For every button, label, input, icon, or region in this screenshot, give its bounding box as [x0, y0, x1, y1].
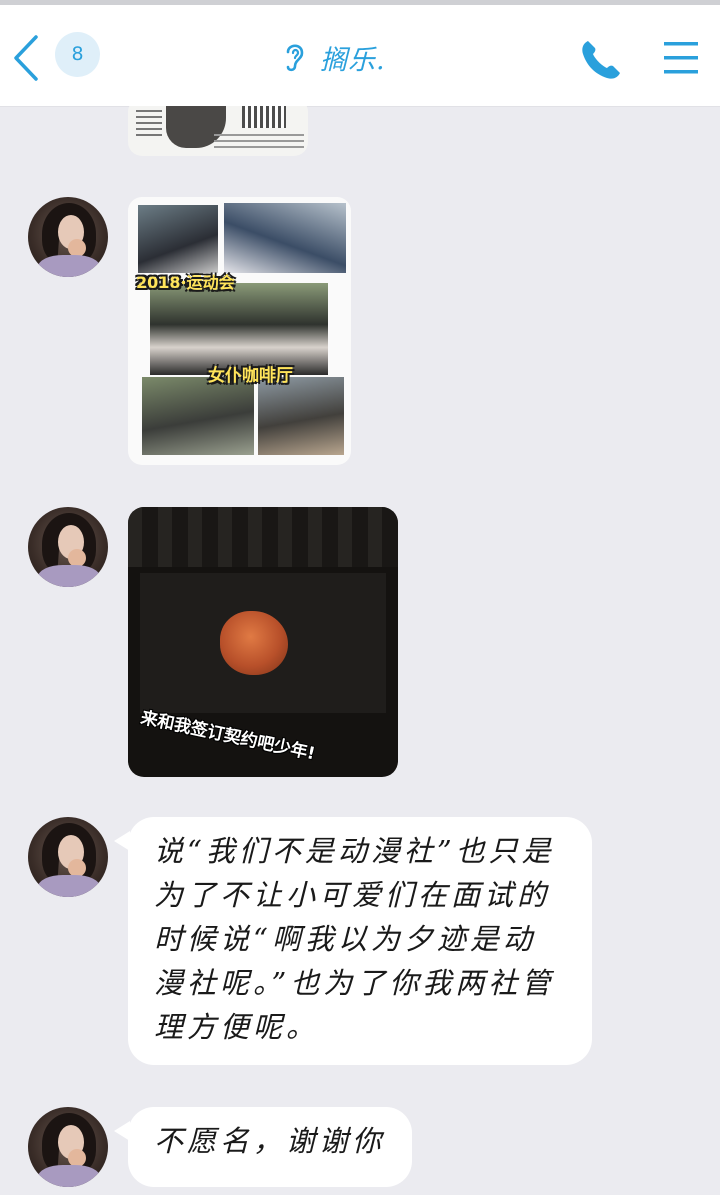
avatar-body	[38, 255, 100, 277]
image-caption: 女仆咖啡厅	[208, 366, 293, 386]
message-list[interactable]: 2018·运动会 女仆咖啡厅 来和我签订契约吧少年! 说“我们不是动漫社”也只是…	[0, 106, 720, 1195]
chat-header: 8 搁乐.	[0, 5, 720, 107]
image-message[interactable]: 2018·运动会 女仆咖啡厅	[128, 197, 351, 465]
text-message-bubble[interactable]: 说“我们不是动漫社”也只是为了不让小可爱们在面试的时候说“啊我以为夕迹是动漫社呢…	[114, 817, 592, 1065]
avatar-body	[38, 1165, 100, 1187]
poster-footer	[214, 134, 304, 148]
avatar-body	[38, 565, 100, 587]
phone-icon[interactable]	[578, 37, 624, 83]
collage-photo	[138, 205, 218, 273]
bubble-tail	[114, 1121, 130, 1141]
collage-photo	[142, 377, 254, 455]
message-text: 说“我们不是动漫社”也只是为了不让小可爱们在面试的时候说“啊我以为夕迹是动漫社呢…	[154, 834, 555, 1044]
wax-seal	[220, 611, 288, 675]
avatar[interactable]	[28, 507, 108, 587]
bubble-tail	[114, 831, 130, 851]
text-message-bubble[interactable]: 不愿名，谢谢你	[114, 1107, 412, 1187]
poster-text-lines	[136, 106, 162, 136]
chevron-left-icon[interactable]	[10, 33, 42, 83]
collage-photo	[258, 377, 344, 455]
background-curtain	[128, 507, 398, 567]
ear-icon	[286, 44, 304, 72]
contact-name: 搁乐.	[320, 44, 386, 76]
image-message[interactable]: 来和我签订契约吧少年!	[128, 507, 398, 777]
hamburger-menu-icon[interactable]	[662, 39, 700, 77]
unread-count-badge[interactable]: 8	[55, 32, 100, 77]
image-caption: 2018·运动会	[136, 273, 235, 292]
message-text: 不愿名，谢谢你	[154, 1124, 386, 1158]
image-message[interactable]	[128, 106, 308, 156]
avatar-body	[38, 875, 100, 897]
chat-title[interactable]: 搁乐.	[280, 37, 386, 77]
avatar[interactable]	[28, 197, 108, 277]
avatar[interactable]	[28, 1107, 108, 1187]
collage-photo	[224, 203, 346, 273]
qr-code	[242, 106, 286, 128]
avatar[interactable]	[28, 817, 108, 897]
